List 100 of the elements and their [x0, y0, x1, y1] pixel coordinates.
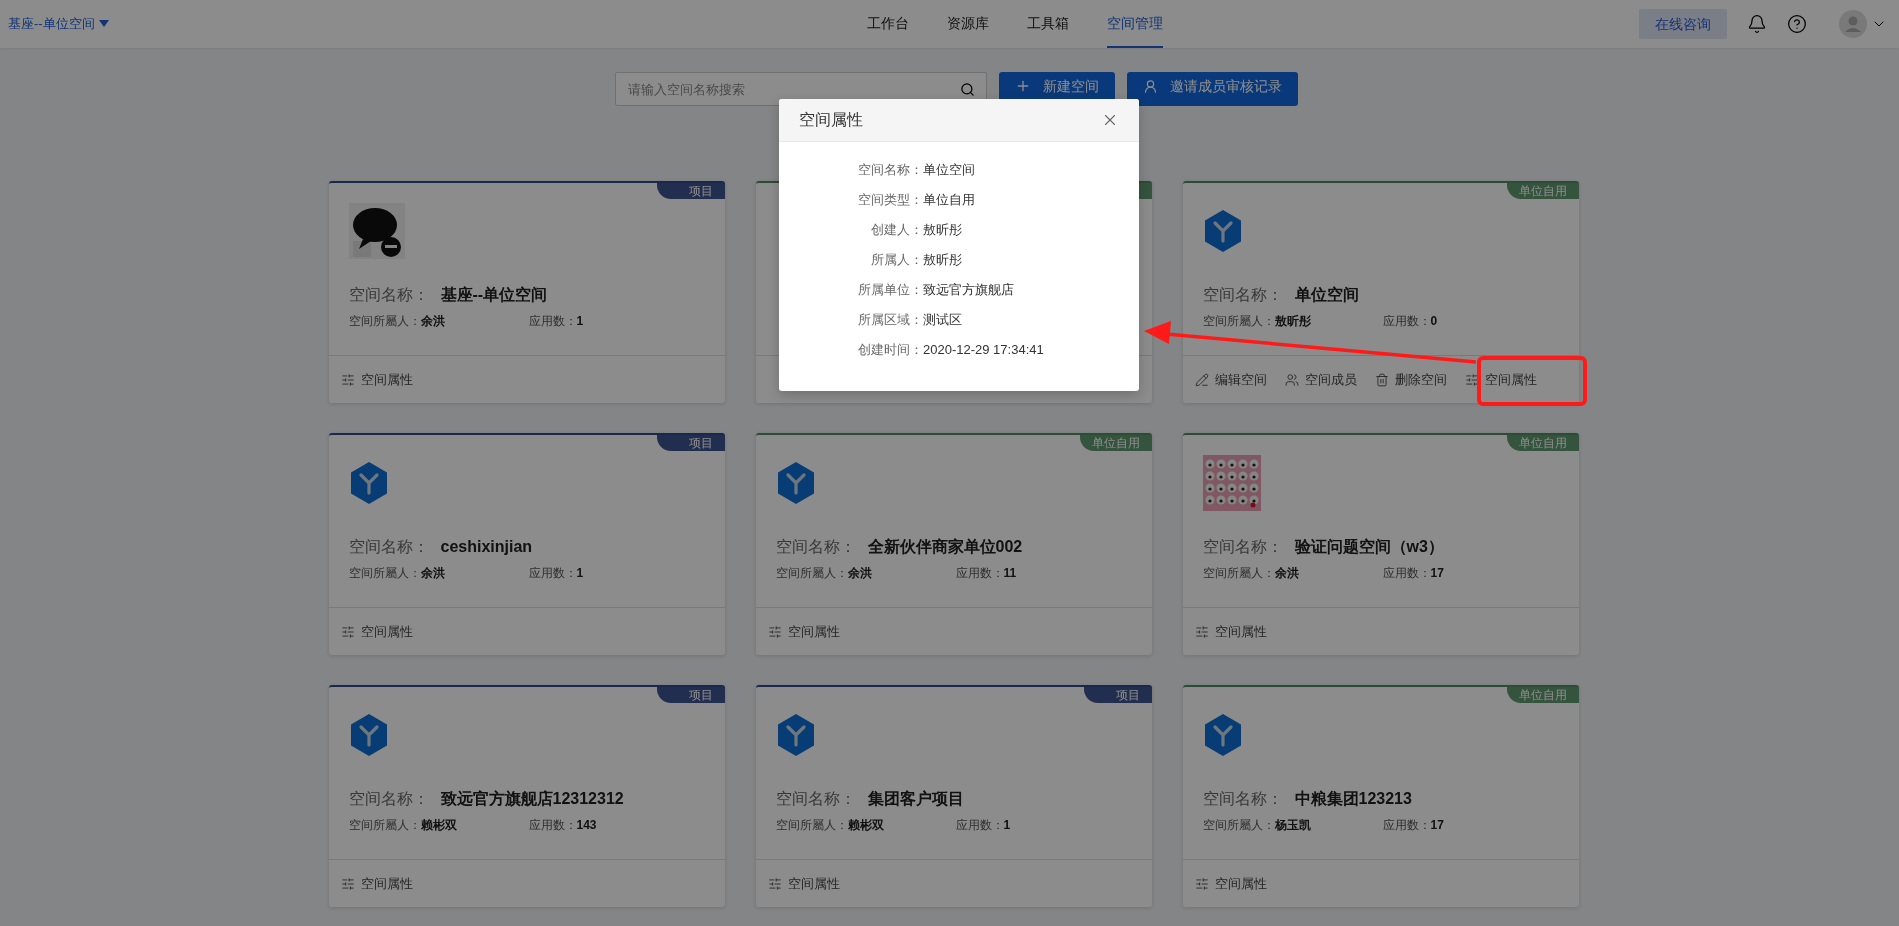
owner-name: 敖昕彤	[1274, 313, 1311, 330]
user-icon	[1143, 78, 1158, 94]
card-action[interactable]: 空间属性	[1190, 869, 1271, 898]
apps-count: 1	[576, 565, 584, 582]
sliders-icon	[340, 876, 355, 891]
apps-count: 17	[1430, 817, 1444, 834]
field-value: 测试区	[923, 311, 962, 329]
space-type-tag: 项目	[656, 435, 725, 451]
field-label: 创建人：	[870, 221, 923, 239]
space-switcher[interactable]: 基座--单位空间	[8, 14, 408, 34]
field-value: 敖昕彤	[923, 251, 962, 269]
users-icon	[1284, 372, 1299, 387]
help-icon[interactable]	[1787, 14, 1807, 34]
sliders-icon	[1464, 372, 1479, 387]
sliders-icon	[1194, 624, 1209, 639]
consult-button[interactable]: 在线咨询	[1639, 9, 1727, 39]
name-label: 空间名称：	[348, 537, 429, 557]
space-type-tag: 项目	[656, 183, 725, 199]
nav-tab[interactable]: 资源库	[946, 0, 989, 48]
card-action[interactable]: 空间属性	[336, 869, 417, 898]
apps-label: 应用数：	[528, 313, 577, 330]
card-action[interactable]: 编辑空间	[1190, 365, 1271, 394]
field-value: 敖昕彤	[923, 221, 962, 239]
field-value: 致远官方旗舰店	[923, 281, 1014, 299]
apps-count: 1	[1003, 817, 1011, 834]
apps-label: 应用数：	[955, 565, 1004, 582]
sliders-icon	[767, 876, 782, 891]
space-type-tag: 单位自用	[1079, 435, 1152, 451]
apps-label: 应用数：	[1382, 313, 1431, 330]
space-name: 基座--单位空间	[440, 285, 548, 305]
space-type-tag: 单位自用	[1506, 183, 1579, 199]
nav-tab[interactable]: 工具箱	[1026, 0, 1069, 48]
card-action[interactable]: 空间属性	[336, 617, 417, 646]
apps-label: 应用数：	[528, 817, 577, 834]
owner-name: 余洪	[847, 565, 872, 582]
card-action[interactable]: 空间成员	[1280, 365, 1361, 394]
sliders-icon	[767, 624, 782, 639]
bell-icon[interactable]	[1747, 14, 1767, 34]
owner-name: 杨玉凯	[1274, 817, 1311, 834]
sliders-icon	[340, 624, 355, 639]
apps-label: 应用数：	[528, 565, 577, 582]
sliders-icon	[340, 372, 355, 387]
name-label: 空间名称：	[1202, 285, 1283, 305]
owner-label: 空间所屬人：	[1202, 313, 1275, 330]
sliders-icon	[1194, 876, 1209, 891]
space-name: 单位空间	[1294, 285, 1359, 305]
nav-tab[interactable]: 空间管理	[1106, 0, 1163, 48]
card-action[interactable]: 空间属性	[763, 869, 844, 898]
nav-tab[interactable]: 工作台	[866, 0, 909, 48]
toolbar-button[interactable]: 邀请成员审核记录	[1127, 72, 1298, 106]
card-action[interactable]: 空间属性	[763, 617, 844, 646]
field-label: 空间名称：	[857, 161, 923, 179]
trash-icon	[1374, 372, 1389, 387]
field-value: 2020-12-29 17:34:41	[923, 341, 1044, 359]
owner-name: 余洪	[420, 565, 445, 582]
apps-count: 11	[1003, 565, 1017, 582]
field-label: 所属人：	[870, 251, 923, 269]
owner-name: 余洪	[1274, 565, 1299, 582]
name-label: 空间名称：	[775, 789, 856, 809]
name-label: 空间名称：	[1202, 537, 1283, 557]
owner-label: 空间所屬人：	[775, 565, 848, 582]
search-field[interactable]: 请输入空间名称搜索	[615, 72, 987, 106]
name-label: 空间名称：	[348, 285, 429, 305]
owner-label: 空间所屬人：	[775, 817, 848, 834]
pencil-icon	[1194, 372, 1209, 387]
space-name: 全新伙伴商家单位002	[867, 537, 1023, 557]
caret-icon	[98, 20, 109, 28]
owner-label: 空间所屬人：	[1202, 817, 1275, 834]
apps-label: 应用数：	[1382, 817, 1431, 834]
name-label: 空间名称：	[1202, 789, 1283, 809]
space-type-tag: 项目	[1083, 687, 1152, 703]
owner-name: 赖彬双	[847, 817, 884, 834]
space-name: 验证问题空间（w3）	[1294, 537, 1444, 557]
name-label: 空间名称：	[348, 789, 429, 809]
apps-count: 17	[1430, 565, 1444, 582]
space-name: 中粮集团123213	[1294, 789, 1412, 809]
owner-name: 余洪	[420, 313, 445, 330]
card-action[interactable]: 空间属性	[336, 365, 417, 394]
dialog-title: 空间属性	[799, 110, 863, 130]
search-icon	[960, 82, 975, 97]
space-name: 集团客户项目	[867, 789, 964, 809]
card-action[interactable]: 空间属性	[1190, 617, 1271, 646]
owner-label: 空间所屬人：	[348, 313, 421, 330]
apps-label: 应用数：	[955, 817, 1004, 834]
space-name: 致远官方旗舰店12312312	[440, 789, 624, 809]
apps-label: 应用数：	[1382, 565, 1431, 582]
apps-count: 143	[576, 817, 597, 834]
name-label: 空间名称：	[775, 537, 856, 557]
owner-label: 空间所屬人：	[348, 565, 421, 582]
card-action[interactable]: 删除空间	[1370, 365, 1451, 394]
space-type-tag: 单位自用	[1506, 687, 1579, 703]
card-action[interactable]: 空间属性	[1460, 365, 1541, 394]
field-label: 空间类型：	[857, 191, 923, 209]
field-label: 所属单位：	[857, 281, 923, 299]
field-value: 单位自用	[923, 191, 975, 209]
apps-count: 0	[1430, 313, 1438, 330]
space-type-tag: 单位自用	[1506, 435, 1579, 451]
plus-icon	[1015, 78, 1031, 94]
apps-count: 1	[576, 313, 584, 330]
space-type-tag: 项目	[656, 687, 725, 703]
